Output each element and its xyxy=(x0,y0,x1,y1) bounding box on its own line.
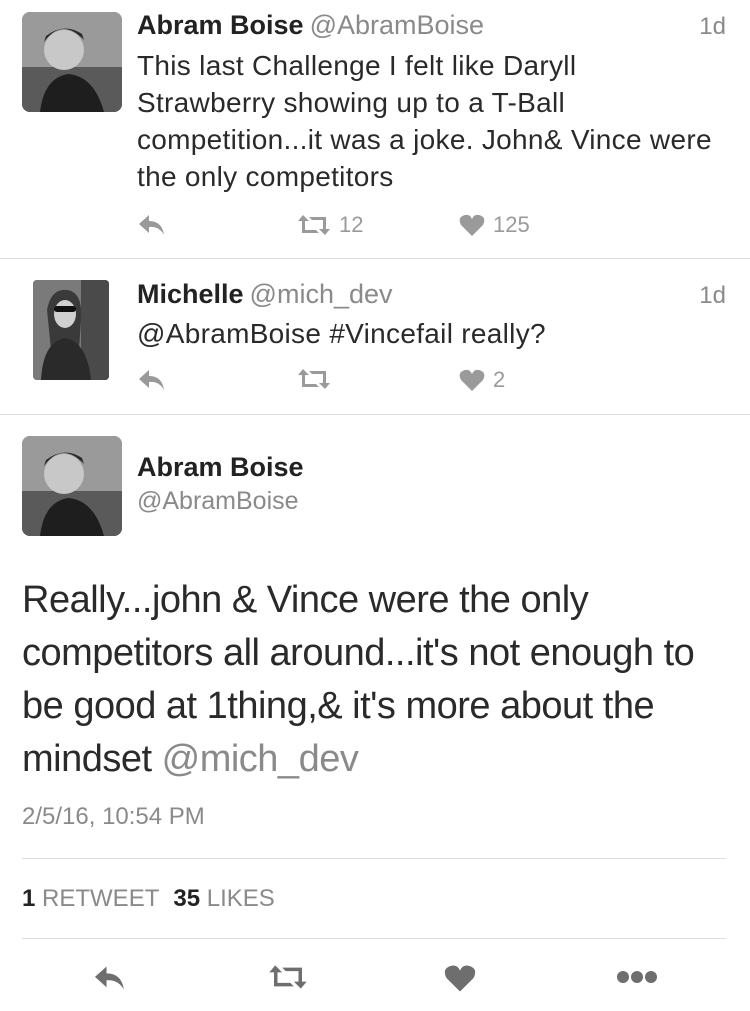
like-count: 125 xyxy=(493,212,530,237)
detail-action-bar xyxy=(0,955,750,1005)
author-handle[interactable]: @mich_dev xyxy=(250,279,393,309)
reply-icon xyxy=(95,966,124,990)
detail-author-handle[interactable]: @AbramBoise xyxy=(137,487,299,516)
likes-stat-label: LIKES xyxy=(206,885,275,912)
retweet-button[interactable]: 12 xyxy=(297,212,363,238)
heart-icon xyxy=(444,965,476,992)
avatar[interactable] xyxy=(22,12,122,112)
more-options-button[interactable] xyxy=(616,963,658,991)
avatar[interactable] xyxy=(22,436,122,536)
divider xyxy=(22,858,726,859)
retweet-icon xyxy=(269,965,307,989)
tweet-text: @AbramBoise #Vincefail really? xyxy=(137,318,546,349)
tweet-item[interactable]: Michelle @mich_dev 1d @AbramBoise #Vincef… xyxy=(0,259,750,414)
retweet-button[interactable] xyxy=(268,963,308,991)
retweet-stat[interactable]: 1 RETWEET xyxy=(22,885,159,912)
heart-icon xyxy=(459,214,485,236)
reply-button[interactable] xyxy=(92,963,128,993)
divider xyxy=(22,938,726,939)
retweet-count: 12 xyxy=(339,212,364,237)
tweet-item[interactable]: Abram Boise @AbramBoise 1d This last Chal… xyxy=(0,0,750,258)
detail-timestamp: 2/5/16, 10:54 PM xyxy=(22,803,205,830)
avatar[interactable] xyxy=(33,280,109,380)
retweet-stat-count: 1 xyxy=(22,885,36,912)
reply-icon xyxy=(139,370,164,390)
divider xyxy=(0,414,750,415)
heart-icon xyxy=(459,369,485,391)
retweet-icon xyxy=(298,215,330,235)
avatar-image xyxy=(33,280,109,380)
tweet-time: 1d xyxy=(699,13,726,40)
retweet-stat-label: RETWEET xyxy=(42,885,160,912)
likes-stat[interactable]: 35 LIKES xyxy=(173,885,274,912)
like-button[interactable]: 125 xyxy=(459,212,530,238)
tweet-text: This last Challenge I felt like Daryll S… xyxy=(137,50,712,192)
like-button[interactable]: 2 xyxy=(459,367,505,393)
detail-author-name[interactable]: Abram Boise xyxy=(137,452,304,483)
author-handle[interactable]: @AbramBoise xyxy=(310,10,484,40)
retweet-button[interactable] xyxy=(297,367,339,391)
author-name[interactable]: Michelle xyxy=(137,279,244,309)
avatar-image xyxy=(22,12,122,112)
tweet-time: 1d xyxy=(699,282,726,309)
reply-icon xyxy=(139,215,164,235)
mention-link[interactable]: @mich_dev xyxy=(162,738,359,780)
engagement-stats: 1 RETWEET 35 LIKES xyxy=(22,885,275,913)
like-button[interactable] xyxy=(444,963,476,993)
author-name[interactable]: Abram Boise xyxy=(137,10,304,40)
reply-button[interactable] xyxy=(137,212,167,238)
reply-button[interactable] xyxy=(137,367,167,393)
more-icon xyxy=(617,971,657,983)
likes-stat-count: 35 xyxy=(173,885,201,912)
retweet-icon xyxy=(298,369,330,389)
like-count: 2 xyxy=(493,367,506,392)
detail-tweet-text: Really...john & Vince were the only comp… xyxy=(22,574,732,786)
avatar-image xyxy=(22,436,122,536)
